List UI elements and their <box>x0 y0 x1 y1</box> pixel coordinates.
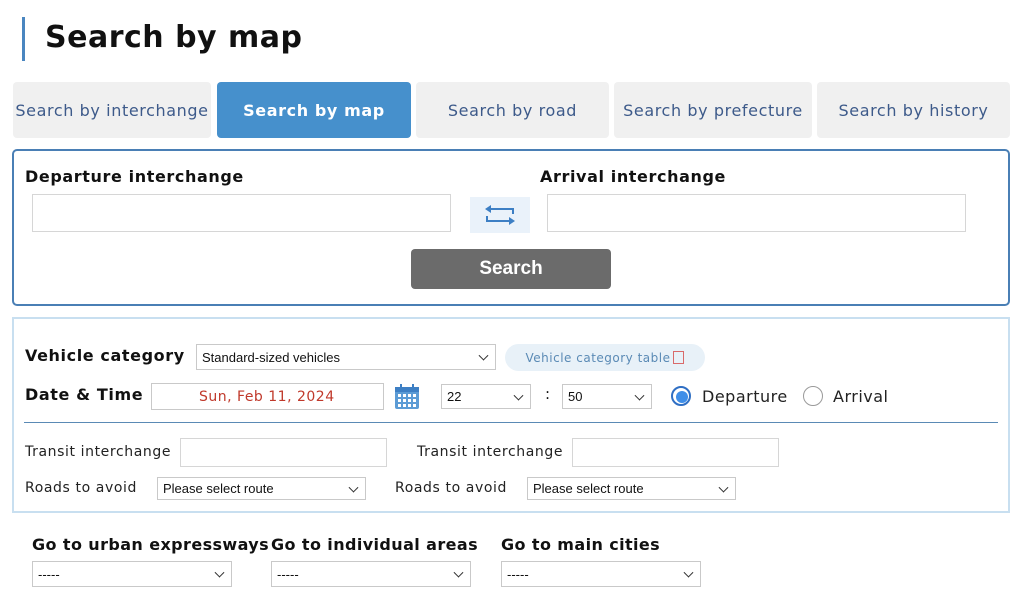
departure-input[interactable] <box>32 194 451 232</box>
roads-to-avoid-1-value: Please select route <box>163 481 274 496</box>
pdf-icon <box>673 351 685 364</box>
chevron-down-icon <box>453 567 464 578</box>
go-to-individual-areas-value: ----- <box>277 566 299 582</box>
swap-arrows-icon <box>485 205 515 225</box>
go-to-main-cities-select[interactable]: ----- <box>501 561 701 587</box>
calendar-button[interactable] <box>394 383 420 410</box>
hour-select[interactable]: 22 <box>441 384 531 409</box>
vehicle-category-value: Standard-sized vehicles <box>202 349 341 365</box>
arrival-radio[interactable] <box>803 386 823 406</box>
transit-interchange-2-label: Transit interchange <box>417 444 564 460</box>
search-button[interactable]: Search <box>411 249 611 289</box>
vehicle-category-table-link[interactable]: Vehicle category table <box>505 344 705 371</box>
minute-select[interactable]: 50 <box>562 384 652 409</box>
departure-radio-label[interactable]: Departure <box>702 387 788 406</box>
roads-to-avoid-2-value: Please select route <box>533 481 644 496</box>
go-to-urban-expressways-label: Go to urban expressways <box>32 535 270 554</box>
page-title: Search by map <box>45 20 303 55</box>
chevron-down-icon <box>478 350 489 361</box>
chevron-down-icon <box>718 482 729 493</box>
tab-search-by-prefecture[interactable]: Search by prefecture <box>614 82 812 138</box>
options-divider <box>24 422 998 423</box>
roads-to-avoid-1-label: Roads to avoid <box>25 480 137 496</box>
transit-interchange-2-input[interactable] <box>572 438 779 467</box>
go-to-main-cities-value: ----- <box>507 566 529 582</box>
date-input[interactable]: Sun, Feb 11, 2024 <box>151 383 384 410</box>
roads-to-avoid-2-label: Roads to avoid <box>395 480 507 496</box>
time-separator: : <box>545 385 551 403</box>
hour-value: 22 <box>447 389 462 404</box>
departure-label: Departure interchange <box>25 167 244 186</box>
chevron-down-icon <box>683 567 694 578</box>
swap-button[interactable] <box>470 197 530 233</box>
go-to-urban-expressways-value: ----- <box>38 566 60 582</box>
arrival-radio-label[interactable]: Arrival <box>833 387 888 406</box>
minute-value: 50 <box>568 389 583 404</box>
tab-search-by-map[interactable]: Search by map <box>217 82 411 138</box>
transit-interchange-1-label: Transit interchange <box>25 444 172 460</box>
go-to-individual-areas-label: Go to individual areas <box>271 535 478 554</box>
go-to-main-cities-label: Go to main cities <box>501 535 661 554</box>
chevron-down-icon <box>634 390 645 401</box>
transit-interchange-1-input[interactable] <box>180 438 387 467</box>
tab-search-by-interchange[interactable]: Search by interchange <box>13 82 211 138</box>
arrival-label: Arrival interchange <box>540 167 726 186</box>
tab-search-by-history[interactable]: Search by history <box>817 82 1010 138</box>
departure-radio[interactable] <box>671 386 691 406</box>
vehicle-category-label: Vehicle category <box>25 346 185 365</box>
tab-search-by-road[interactable]: Search by road <box>416 82 609 138</box>
arrival-input[interactable] <box>547 194 966 232</box>
go-to-urban-expressways-select[interactable]: ----- <box>32 561 232 587</box>
vehicle-category-select[interactable]: Standard-sized vehicles <box>196 344 496 370</box>
chevron-down-icon <box>513 390 524 401</box>
roads-to-avoid-1-select[interactable]: Please select route <box>157 477 366 500</box>
chevron-down-icon <box>348 482 359 493</box>
roads-to-avoid-2-select[interactable]: Please select route <box>527 477 736 500</box>
title-accent-bar <box>22 17 25 61</box>
go-to-individual-areas-select[interactable]: ----- <box>271 561 471 587</box>
calendar-icon <box>395 384 419 409</box>
date-time-label: Date & Time <box>25 385 144 404</box>
vehicle-category-table-label: Vehicle category table <box>525 350 671 365</box>
chevron-down-icon <box>214 567 225 578</box>
